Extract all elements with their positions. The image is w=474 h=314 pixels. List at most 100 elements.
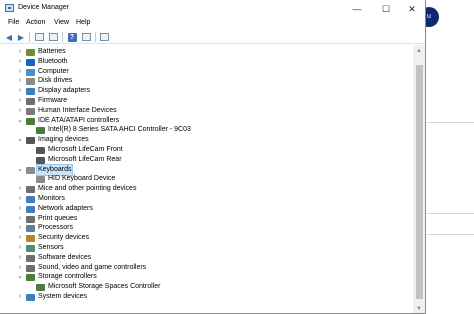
device-category-imaging-devices[interactable]: ⌄ Imaging devices — [0, 135, 413, 145]
menu-view[interactable]: View — [54, 19, 69, 26]
expand-arrow-icon[interactable]: › — [17, 47, 23, 57]
device-category-sensors[interactable]: › Sensors — [0, 243, 413, 253]
forward-button[interactable]: ▶ — [16, 32, 26, 42]
expand-arrow-icon[interactable]: › — [17, 214, 23, 224]
device-category-computer[interactable]: › Computer — [0, 67, 413, 77]
device-category-monitors[interactable]: › Monitors — [0, 194, 413, 204]
toolbar: ◀ ▶ ? — [0, 30, 425, 44]
device-label: Microsoft LifeCam Rear — [48, 155, 122, 163]
device-category-mice-and-other-pointing-devices[interactable]: › Mice and other pointing devices — [0, 184, 413, 194]
collapse-arrow-icon[interactable]: ⌄ — [17, 165, 23, 175]
device-category-system-devices[interactable]: › System devices — [0, 292, 413, 302]
device-category-disk-drives[interactable]: › Disk drives — [0, 76, 413, 86]
device-label: Software devices — [38, 253, 92, 261]
device-label: Mice and other pointing devices — [38, 185, 137, 193]
device-category-security-devices[interactable]: › Security devices — [0, 233, 413, 243]
collapse-arrow-icon[interactable]: ⌄ — [17, 272, 23, 282]
device-category-keyboards[interactable]: ⌄ Keyboards — [0, 163, 413, 176]
expand-arrow-icon[interactable]: › — [17, 76, 23, 86]
display-icon — [26, 88, 35, 96]
expand-arrow-icon[interactable]: › — [17, 67, 23, 77]
toolbar-separator — [29, 32, 30, 42]
menu-file[interactable]: File — [8, 19, 19, 26]
device-tree-item[interactable]: Microsoft Storage Spaces Controller — [0, 282, 413, 292]
device-category-ide-ata-atapi-controllers[interactable]: ⌄ IDE ATA/ATAPI controllers — [0, 116, 413, 126]
firmware-icon — [26, 98, 35, 105]
camera-icon — [36, 147, 45, 154]
device-category-bluetooth[interactable]: › Bluetooth — [0, 57, 413, 67]
expand-arrow-icon[interactable]: › — [17, 223, 23, 233]
expand-arrow-icon[interactable]: › — [17, 292, 23, 302]
expand-arrow-icon[interactable]: › — [17, 86, 23, 96]
expand-arrow-icon[interactable]: › — [17, 96, 23, 106]
maximize-button[interactable]: ☐ — [372, 0, 400, 18]
collapse-arrow-icon[interactable]: ⌄ — [17, 135, 23, 145]
scan-button[interactable] — [81, 32, 91, 42]
menu-action[interactable]: Action — [26, 19, 45, 26]
battery-icon — [26, 49, 35, 56]
scroll-up-arrow[interactable]: ▲ — [416, 48, 422, 54]
close-button[interactable]: ✕ — [398, 0, 425, 18]
properties-button[interactable] — [34, 32, 44, 42]
expand-arrow-icon[interactable]: › — [17, 194, 23, 204]
device-label: Security devices — [38, 234, 89, 242]
device-tree-item[interactable]: Intel(R) 8 Series SATA AHCI Controller -… — [0, 125, 413, 135]
device-category-sound-video-and-game-controllers[interactable]: › Sound, video and game controllers — [0, 263, 413, 273]
device-category-software-devices[interactable]: › Software devices — [0, 253, 413, 263]
vertical-scrollbar[interactable]: ▲ ▼ — [413, 45, 425, 313]
background-divider — [426, 234, 474, 235]
device-label: Keyboards — [35, 163, 74, 176]
camera-icon — [26, 137, 35, 145]
help-button[interactable]: ? — [67, 32, 77, 42]
minimize-button[interactable]: — — [343, 0, 371, 18]
device-label: Human Interface Devices — [38, 106, 117, 114]
device-category-human-interface-devices[interactable]: › Human Interface Devices — [0, 106, 413, 116]
monitor-icon — [99, 33, 109, 41]
expand-arrow-icon[interactable]: › — [17, 106, 23, 116]
background-window — [426, 0, 474, 314]
expand-arrow-icon[interactable]: › — [17, 57, 23, 67]
show-hidden-button[interactable] — [48, 32, 58, 42]
device-category-display-adapters[interactable]: › Display adapters — [0, 86, 413, 96]
device-tree: › Batteries › Bluetooth › Computer › Disk drive… — [0, 45, 413, 313]
device-tree-item[interactable]: Microsoft LifeCam Rear — [0, 155, 413, 165]
device-label: Network adapters — [38, 204, 93, 212]
hid-icon — [26, 107, 35, 115]
device-tree-item[interactable]: HID Keyboard Device — [0, 174, 413, 184]
scrollbar-thumb[interactable] — [416, 65, 423, 299]
monitor-button[interactable] — [99, 32, 109, 42]
bluetooth-icon — [26, 58, 35, 66]
device-category-firmware[interactable]: › Firmware — [0, 96, 413, 106]
title-bar[interactable]: Device Manager — ☐ ✕ — [0, 0, 425, 18]
device-label: Print queues — [38, 214, 78, 222]
background-divider — [426, 213, 474, 214]
device-category-processors[interactable]: › Processors — [0, 223, 413, 233]
device-label: Sensors — [38, 244, 64, 251]
device-category-storage-controllers[interactable]: ⌄ Storage controllers — [0, 272, 413, 282]
list-icon — [48, 33, 58, 41]
properties-icon — [34, 33, 44, 41]
scan-hardware-icon — [81, 33, 91, 41]
device-category-batteries[interactable]: › Batteries — [0, 47, 413, 57]
software-icon — [26, 254, 35, 262]
expand-arrow-icon[interactable]: › — [17, 204, 23, 214]
device-category-network-adapters[interactable]: › Network adapters — [0, 204, 413, 214]
back-button[interactable]: ◀ — [4, 32, 14, 42]
device-label: System devices — [38, 293, 88, 300]
expand-arrow-icon[interactable]: › — [17, 263, 23, 273]
device-tree-item[interactable]: Microsoft LifeCam Front — [0, 145, 413, 155]
collapse-arrow-icon[interactable]: ⌄ — [17, 116, 23, 126]
network-icon — [26, 205, 35, 213]
device-label: Batteries — [38, 48, 66, 55]
expand-arrow-icon[interactable]: › — [17, 184, 23, 194]
menu-help[interactable]: Help — [76, 19, 90, 26]
scroll-down-arrow[interactable]: ▼ — [416, 306, 422, 312]
device-category-print-queues[interactable]: › Print queues — [0, 214, 413, 224]
device-label: Bluetooth — [38, 57, 68, 65]
expand-arrow-icon[interactable]: › — [17, 233, 23, 243]
camera-icon — [36, 156, 45, 164]
device-label: Microsoft LifeCam Front — [48, 146, 123, 153]
expand-arrow-icon[interactable]: › — [17, 253, 23, 263]
background-divider — [426, 122, 474, 123]
expand-arrow-icon[interactable]: › — [17, 243, 23, 253]
